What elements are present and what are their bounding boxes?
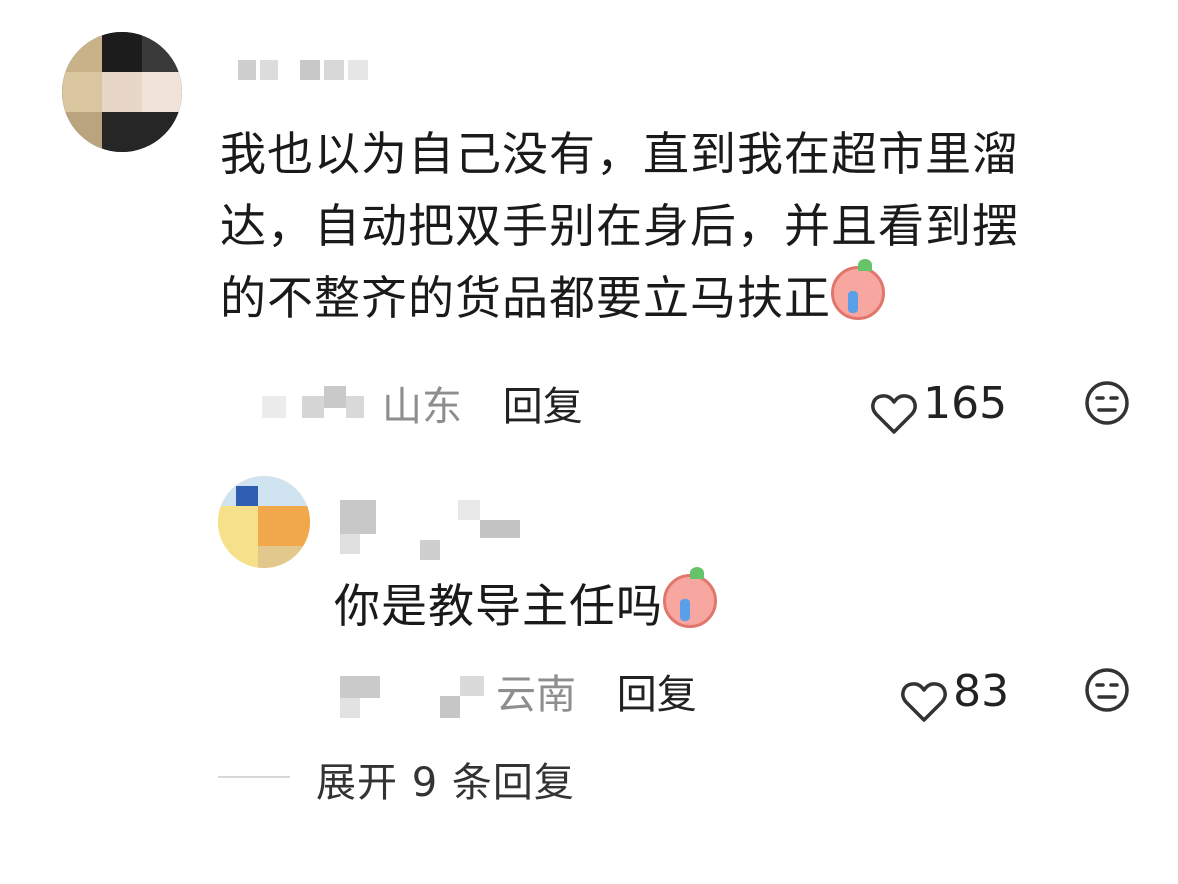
- comment-location: 山东: [382, 384, 462, 430]
- neutral-face-icon: [1085, 668, 1129, 712]
- reply-like-count: 83: [953, 666, 1010, 717]
- reply-text-content: 你是教导主任吗: [334, 579, 663, 633]
- neutral-face-icon: [1085, 381, 1129, 425]
- reply-meta: 云南 回复: [496, 662, 697, 720]
- reply-dislike-button[interactable]: [1084, 667, 1130, 717]
- comment-time: [262, 382, 372, 422]
- reply-text: 你是教导主任吗: [334, 567, 717, 642]
- expand-divider: [218, 776, 290, 778]
- heart-outline-icon: [901, 681, 947, 722]
- reply-like-button[interactable]: 83: [900, 666, 1009, 724]
- like-button[interactable]: 165: [870, 378, 1007, 436]
- reply-time: [340, 676, 500, 720]
- comment-text-segment: 的不整齐的货品都要立马扶正: [220, 271, 831, 325]
- commenter-username[interactable]: [238, 56, 378, 82]
- reply-location: 云南: [496, 672, 576, 718]
- crying-emoji-icon: [663, 567, 717, 628]
- expand-replies-button[interactable]: 展开 9 条回复: [316, 750, 575, 808]
- dislike-button[interactable]: [1084, 380, 1130, 430]
- replier-username[interactable]: [340, 500, 530, 560]
- reply-button[interactable]: 回复: [503, 384, 583, 430]
- like-count: 165: [923, 378, 1008, 429]
- heart-outline-icon: [871, 393, 917, 434]
- comment-text-line: 达，自动把双手别在身后，并且看到摆: [220, 199, 1019, 253]
- crying-emoji-icon: [831, 259, 885, 320]
- comment-text: 我也以为自己没有，直到我在超市里溜 达，自动把双手别在身后，并且看到摆 的不整齐…: [220, 118, 1150, 334]
- comment-meta: 山东 回复: [382, 374, 583, 432]
- comment-text-line: 我也以为自己没有，直到我在超市里溜: [220, 127, 1019, 181]
- replier-avatar[interactable]: [218, 476, 310, 568]
- commenter-avatar[interactable]: [62, 32, 182, 152]
- reply-reply-button[interactable]: 回复: [617, 672, 697, 718]
- comment-text-line: 的不整齐的货品都要立马扶正: [220, 259, 1150, 334]
